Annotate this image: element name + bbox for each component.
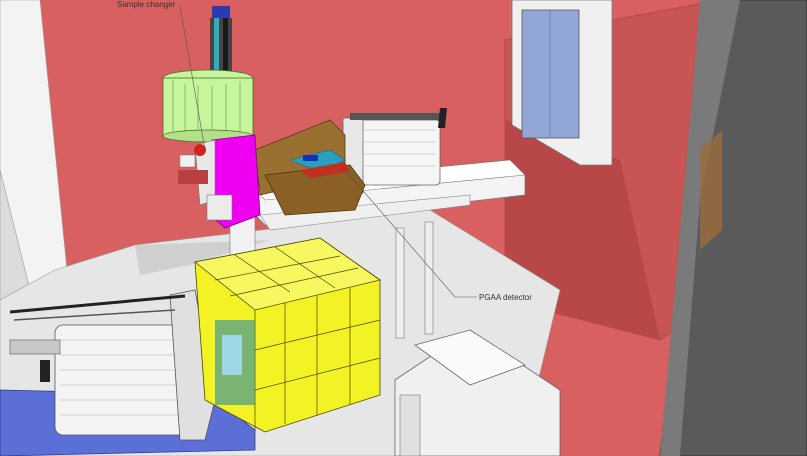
rail-post-1 xyxy=(395,227,405,339)
rail-post-2 xyxy=(424,221,434,335)
pgaa-detector-label: PGAA detector xyxy=(479,293,532,302)
right-brown-panel xyxy=(700,130,722,250)
detector-shield xyxy=(194,237,381,433)
sample-changer-label: Sample changer xyxy=(117,0,176,9)
pgaa-station-3d-model xyxy=(0,0,807,456)
